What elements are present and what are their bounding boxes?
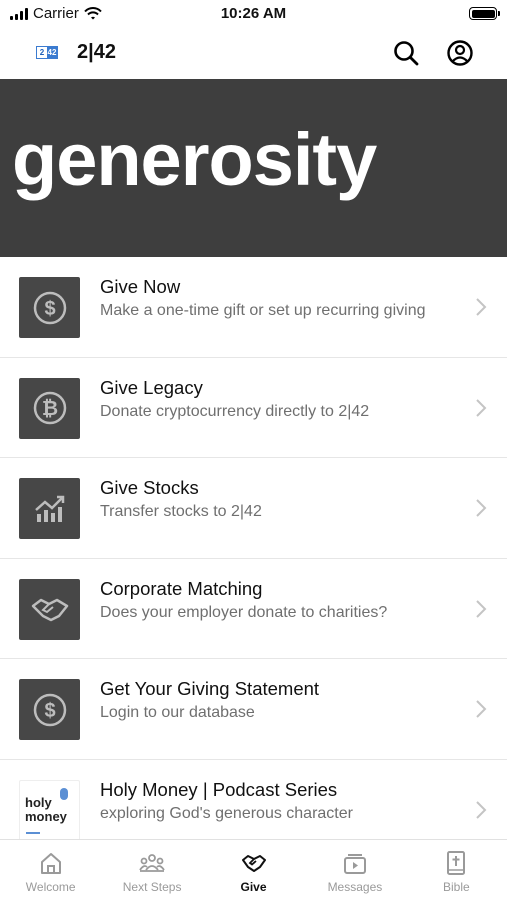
item-title: Give Now — [100, 276, 181, 297]
bottom-tab-bar: Welcome Next Steps Give Messages Bible — [0, 839, 507, 900]
item-subtitle: Make a one-time gift or set up recurring… — [100, 302, 426, 319]
tab-label: Welcome — [25, 880, 76, 894]
handshake-icon — [19, 578, 80, 640]
chevron-right-icon — [475, 800, 487, 820]
microphone-icon — [60, 787, 68, 800]
bitcoin-icon: ₿ — [19, 377, 80, 439]
tab-label: Bible — [442, 880, 470, 894]
video-icon — [343, 854, 366, 874]
giving-statement-item[interactable]: $ Get Your Giving Statement Login to our… — [0, 659, 507, 760]
item-title: Holy Money | Podcast Series — [100, 778, 338, 800]
item-title: Corporate Matching — [100, 577, 263, 599]
podcast-artwork: holy money — [19, 779, 80, 841]
church-icon — [40, 853, 61, 874]
item-title: Get Your Giving Statement — [100, 678, 320, 699]
banner-title: generosity — [12, 118, 377, 201]
battery-icon — [469, 7, 500, 20]
dollar-coin-icon: $ — [19, 277, 80, 338]
tab-next-steps[interactable]: Next Steps — [101, 840, 202, 900]
account-button[interactable] — [445, 38, 475, 68]
give-options-list: $ Give Now Make a one-time gift or set u… — [0, 257, 507, 860]
tab-messages[interactable]: Messages — [304, 840, 405, 900]
stocks-chart-icon — [19, 478, 80, 539]
podcast-thumb-text: holy money — [25, 795, 67, 824]
tab-welcome[interactable]: Welcome — [0, 840, 101, 900]
search-icon — [394, 41, 419, 66]
give-stocks-item[interactable]: Give Stocks Transfer stocks to 2|42 — [0, 458, 507, 559]
tab-give[interactable]: Give — [203, 840, 304, 900]
tab-label: Next Steps — [122, 880, 182, 894]
search-button[interactable] — [391, 38, 421, 68]
item-subtitle: Donate cryptocurrency directly to 2|42 — [100, 402, 370, 420]
chevron-right-icon — [475, 297, 487, 317]
generosity-banner: generosity — [0, 79, 507, 257]
chevron-right-icon — [475, 498, 487, 518]
item-subtitle: Transfer stocks to 2|42 — [100, 503, 262, 520]
corporate-matching-item[interactable]: Corporate Matching Does your employer do… — [0, 558, 507, 659]
app-logo: 2 42 — [36, 46, 58, 59]
dollar-coin-icon: $ — [19, 679, 80, 740]
app-title: 2|42 — [77, 41, 116, 63]
item-title: Give Legacy — [100, 376, 203, 398]
item-subtitle: Does your employer donate to charities? — [100, 603, 388, 621]
svg-text:₿: ₿ — [41, 398, 57, 420]
status-bar: Carrier 10:26 AM — [0, 0, 507, 30]
bible-icon — [447, 851, 466, 875]
tab-bible[interactable]: Bible — [406, 840, 507, 900]
give-legacy-item[interactable]: ₿ Give Legacy Donate cryptocurrency dire… — [0, 357, 507, 458]
item-title: Give Stocks — [100, 477, 199, 498]
tab-label: Messages — [327, 880, 383, 894]
item-subtitle: exploring God's generous character — [100, 804, 353, 822]
chevron-right-icon — [475, 599, 487, 619]
tab-label: Give — [240, 880, 267, 894]
svg-text:$: $ — [44, 298, 55, 320]
item-subtitle: Login to our database — [100, 704, 255, 721]
status-time: 10:26 AM — [220, 5, 287, 22]
app-header: 2 42 2|42 — [0, 30, 507, 78]
people-icon — [139, 854, 165, 872]
chevron-right-icon — [475, 699, 487, 719]
user-circle-icon — [447, 40, 473, 66]
chevron-right-icon — [475, 398, 487, 418]
svg-text:$: $ — [44, 700, 55, 722]
give-now-item[interactable]: $ Give Now Make a one-time gift or set u… — [0, 257, 507, 358]
handshake-icon — [241, 855, 266, 872]
